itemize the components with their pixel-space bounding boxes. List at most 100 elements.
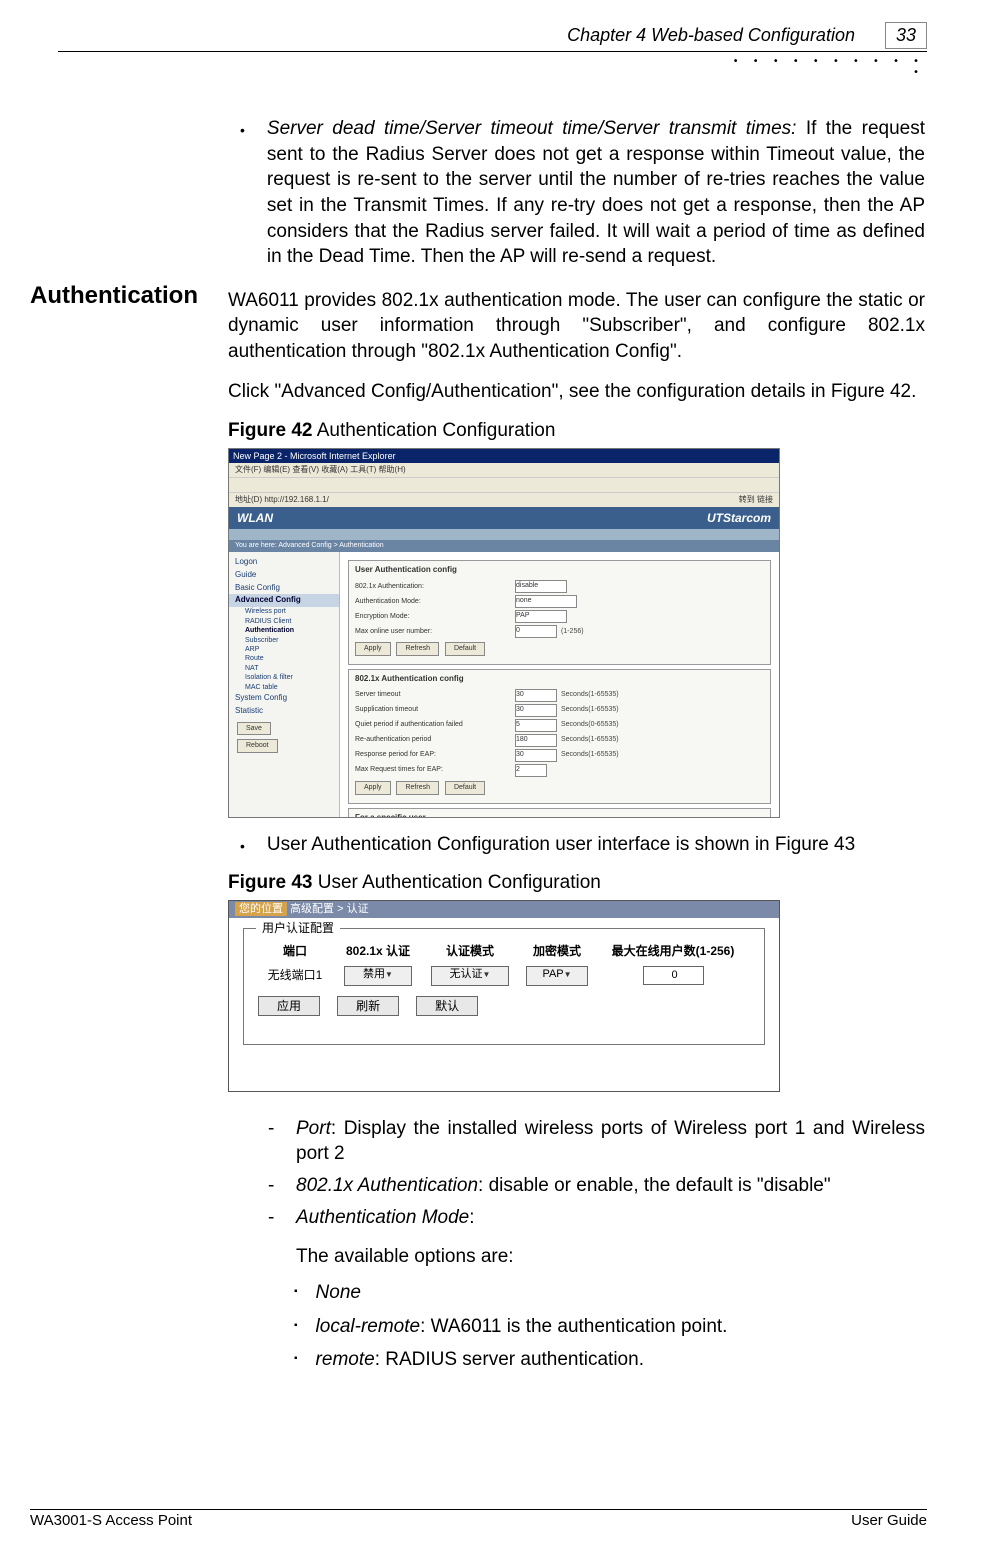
- para-intro-1: WA6011 provides 802.1x authentication mo…: [228, 288, 925, 365]
- page-navbar: [229, 529, 779, 540]
- refresh-button-cn[interactable]: 刷新: [337, 996, 399, 1016]
- sidebar-sub-route[interactable]: Route: [229, 654, 339, 663]
- section-heading-authentication: Authentication: [30, 282, 198, 310]
- list-item-port: - Port: Display the installed wireless p…: [268, 1116, 925, 1167]
- apply-button[interactable]: Apply: [355, 642, 391, 656]
- bullet-rest: If the request sent to the Radius Server…: [267, 118, 925, 267]
- default-button[interactable]: Default: [445, 642, 485, 656]
- figure-43-screenshot: 您的位置 高级配置 > 认证 用户认证配置 端口 802.1x 认证 认证模式 …: [228, 900, 780, 1092]
- input-max-req[interactable]: 2: [515, 764, 547, 777]
- input-server-timeout[interactable]: 30: [515, 689, 557, 702]
- lbl-auth-mode: Authentication Mode:: [355, 597, 515, 606]
- page-footer: WA3001-S Access Point User Guide: [30, 1509, 927, 1529]
- lbl-resp-eap: Response period for EAP:: [355, 750, 515, 759]
- chevron-down-icon: ▼: [385, 970, 393, 981]
- sidebar-sub-wireless-port[interactable]: Wireless port: [229, 607, 339, 616]
- page-number: 33: [885, 22, 927, 49]
- select-auth-mode[interactable]: none: [515, 595, 577, 608]
- sidebar-sub-mac-table[interactable]: MAC table: [229, 683, 339, 692]
- sidebar-item-system-config[interactable]: System Config: [229, 692, 339, 705]
- port-name: 无线端口1: [258, 967, 332, 983]
- sidebar-sub-isolation[interactable]: Isolation & filter: [229, 673, 339, 682]
- sidebar-sub-subscriber[interactable]: Subscriber: [229, 636, 339, 645]
- square-bullet-icon: ▪: [294, 1280, 298, 1306]
- bullet-dot-icon: •: [228, 832, 245, 860]
- divider-dotted: • • • • • • • • • ••: [58, 56, 927, 78]
- apply-button-2[interactable]: Apply: [355, 781, 391, 795]
- suffix: Seconds(0-65535): [561, 720, 619, 729]
- sidebar-sub-arp[interactable]: ARP: [229, 645, 339, 654]
- lbl-enc-mode: Encryption Mode:: [355, 612, 515, 621]
- lbl-quiet: Quiet period if authentication failed: [355, 720, 515, 729]
- figure-42-caption: Figure 42 Authentication Configuration: [228, 418, 925, 444]
- reboot-button[interactable]: Reboot: [237, 739, 278, 752]
- list-item-authmode: - Authentication Mode:: [268, 1205, 925, 1231]
- sidebar-item-logon[interactable]: Logon: [229, 556, 339, 569]
- default-button-cn[interactable]: 默认: [416, 996, 478, 1016]
- group-specific-user: For a specific user User ID:0: [348, 808, 771, 818]
- footer-left: WA3001-S Access Point: [30, 1512, 192, 1529]
- input-maxusers[interactable]: 0: [643, 966, 704, 985]
- chevron-down-icon: ▼: [564, 970, 572, 981]
- refresh-button-2[interactable]: Refresh: [396, 781, 439, 795]
- sidebar-sub-authentication[interactable]: Authentication: [229, 626, 339, 635]
- breadcrumb-cn: 您的位置 高级配置 > 认证: [229, 901, 779, 918]
- sidebar-sub-nat[interactable]: NAT: [229, 664, 339, 673]
- lbl-server-timeout: Server timeout: [355, 690, 515, 699]
- input-reauth[interactable]: 180: [515, 734, 557, 747]
- figure-43-caption: Figure 43 User Authentication Configurat…: [228, 870, 925, 896]
- bullet-server-dead-time: • Server dead time/Server timeout time/S…: [228, 116, 925, 270]
- sidebar-item-basic-config[interactable]: Basic Config: [229, 582, 339, 595]
- sidebar-item-guide[interactable]: Guide: [229, 569, 339, 582]
- sidebar-sub-radius-client[interactable]: RADIUS Client: [229, 617, 339, 626]
- group-title: User Authentication config: [355, 565, 764, 576]
- input-quiet[interactable]: 5: [515, 719, 557, 732]
- bullet-user-auth-ui: • User Authentication Configuration user…: [228, 832, 925, 860]
- suffix-max-users: (1-256): [561, 627, 584, 636]
- select-8021x[interactable]: 禁用▼: [344, 966, 412, 986]
- save-button[interactable]: Save: [237, 722, 271, 735]
- browser-menubar: 文件(F) 编辑(E) 查看(V) 收藏(A) 工具(T) 帮助(H): [229, 463, 779, 477]
- list-item-local-remote: ▪ local-remote: WA6011 is the authentica…: [294, 1314, 925, 1340]
- input-resp-eap[interactable]: 30: [515, 749, 557, 762]
- list-item-none: ▪ None: [294, 1280, 925, 1306]
- browser-toolbar: [229, 477, 779, 493]
- apply-button-cn[interactable]: 应用: [258, 996, 320, 1016]
- refresh-button[interactable]: Refresh: [396, 642, 439, 656]
- sidebar-item-statistic[interactable]: Statistic: [229, 705, 339, 718]
- table-header: 端口 802.1x 认证 认证模式 加密模式 最大在线用户数(1-256): [258, 943, 750, 959]
- chevron-down-icon: ▼: [483, 970, 491, 981]
- square-bullet-icon: ▪: [294, 1347, 298, 1373]
- group-8021x-auth: 802.1x Authentication config Server time…: [348, 669, 771, 804]
- options-intro: The available options are:: [296, 1244, 925, 1270]
- lbl-supp-timeout: Supplication timeout: [355, 705, 515, 714]
- breadcrumb: You are here: Advanced Config > Authenti…: [229, 540, 779, 552]
- para-intro-2: Click "Advanced Config/Authentication", …: [228, 379, 925, 405]
- fieldset-user-auth: 用户认证配置 端口 802.1x 认证 认证模式 加密模式 最大在线用户数(1-…: [243, 928, 765, 1045]
- select-encmode[interactable]: PAP▼: [526, 966, 588, 986]
- suffix: Seconds(1-65535): [561, 750, 619, 759]
- sidebar-item-advanced-config[interactable]: Advanced Config: [229, 594, 339, 607]
- bullet-dot-icon: •: [228, 116, 245, 270]
- suffix: Seconds(1-65535): [561, 690, 619, 699]
- page-banner: WLANUTStarcom: [229, 507, 779, 529]
- select-8021x-auth[interactable]: disable: [515, 580, 567, 593]
- sidebar: Logon Guide Basic Config Advanced Config…: [229, 552, 340, 818]
- select-authmode[interactable]: 无认证▼: [431, 966, 509, 986]
- square-bullet-icon: ▪: [294, 1314, 298, 1340]
- lbl-max-req: Max Request times for EAP:: [355, 765, 515, 774]
- table-row: 无线端口1 禁用▼ 无认证▼ PAP▼ 0: [258, 965, 750, 986]
- list-item-remote: ▪ remote: RADIUS server authentication.: [294, 1347, 925, 1373]
- default-button-2[interactable]: Default: [445, 781, 485, 795]
- footer-right: User Guide: [851, 1512, 927, 1529]
- fieldset-legend: 用户认证配置: [256, 920, 340, 936]
- window-titlebar: New Page 2 - Microsoft Internet Explorer: [229, 449, 779, 463]
- lbl-reauth: Re-authentication period: [355, 735, 515, 744]
- input-max-users[interactable]: 0: [515, 625, 557, 638]
- lbl-8021x-auth: 802.1x Authentication:: [355, 582, 515, 591]
- input-supp-timeout[interactable]: 30: [515, 704, 557, 717]
- select-enc-mode[interactable]: PAP: [515, 610, 567, 623]
- main-panel: User Authentication config 802.1x Authen…: [340, 552, 779, 818]
- list-item-8021x: - 802.1x Authentication: disable or enab…: [268, 1173, 925, 1199]
- figure-42-screenshot: New Page 2 - Microsoft Internet Explorer…: [228, 448, 780, 818]
